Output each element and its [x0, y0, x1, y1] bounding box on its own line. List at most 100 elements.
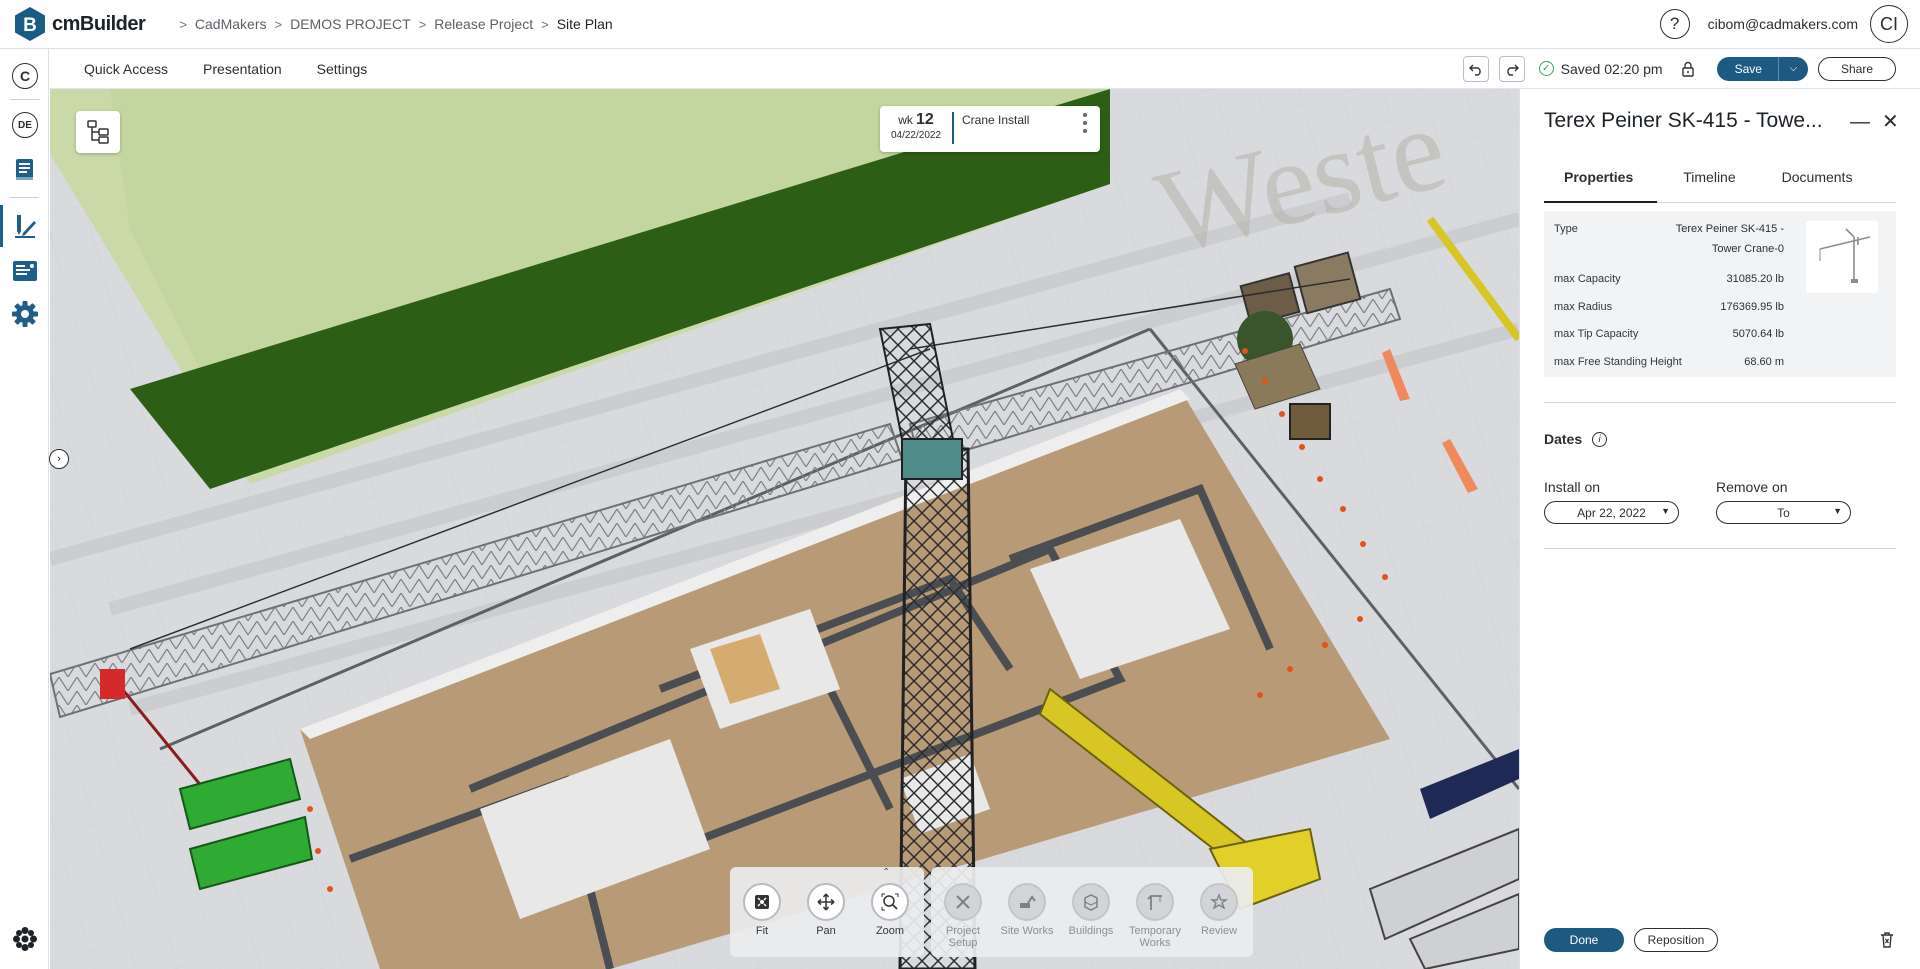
- week-block: wk 12 04/22/2022: [880, 111, 954, 144]
- app-name: cmBuilder: [52, 12, 146, 35]
- properties-list: Type Terex Peiner SK-415 - Tower Crane-0…: [1544, 211, 1896, 377]
- schedule-board-icon[interactable]: [10, 256, 40, 286]
- divider: [1544, 548, 1896, 549]
- breadcrumb-item[interactable]: > DEMOS PROJECT: [267, 16, 411, 32]
- expand-rail-button[interactable]: ›: [49, 449, 69, 469]
- left-rail: C DE: [0, 49, 49, 969]
- hook-block: [100, 669, 125, 699]
- close-icon[interactable]: ✕: [1882, 109, 1899, 134]
- apps-flower-icon[interactable]: [10, 924, 40, 954]
- save-options-button[interactable]: ⌵: [1777, 56, 1808, 81]
- project-setup-tool[interactable]: Project Setup: [931, 883, 995, 949]
- app-logo[interactable]: B cmBuilder: [14, 6, 146, 42]
- temporary-works-tool[interactable]: Temporary Works: [1123, 883, 1187, 949]
- saved-text: Saved 02:20 pm: [1560, 60, 1663, 77]
- property-key: max Capacity: [1554, 273, 1621, 285]
- done-button[interactable]: Done: [1544, 928, 1624, 952]
- design-pen-icon[interactable]: [10, 211, 40, 241]
- breadcrumb-item[interactable]: > Release Project: [411, 16, 533, 32]
- breadcrumb-item[interactable]: > CadMakers: [171, 16, 266, 32]
- save-button[interactable]: Save: [1716, 56, 1778, 81]
- more-options-icon[interactable]: [1078, 113, 1092, 137]
- remove-date-value: To: [1777, 505, 1790, 520]
- breadcrumb-item-current: > Site Plan: [533, 16, 613, 32]
- install-date-select[interactable]: Apr 22, 2022 ▼: [1544, 501, 1679, 524]
- tool-label: Site Works: [1000, 925, 1054, 937]
- breadcrumb: > CadMakers > DEMOS PROJECT > Release Proje…: [171, 16, 612, 32]
- minimize-icon[interactable]: —: [1850, 111, 1870, 134]
- remove-date-select[interactable]: To ▼: [1716, 501, 1851, 524]
- property-value: 31085.20 lb: [1726, 273, 1785, 285]
- gear-icon[interactable]: [10, 299, 40, 329]
- schedule-week-card[interactable]: wk 12 04/22/2022 Crane Install: [880, 106, 1100, 152]
- review-tool[interactable]: Review: [1187, 883, 1251, 937]
- properties-panel: Terex Peiner SK-415 - Towe... — ✕ Proper…: [1519, 89, 1920, 969]
- property-value: 5070.64 lb: [1732, 328, 1784, 340]
- lock-button[interactable]: [1675, 56, 1701, 82]
- zoom-tool[interactable]: Zoom: [858, 883, 922, 937]
- site-works-tool[interactable]: Site Works: [995, 883, 1059, 937]
- avatar[interactable]: CI: [1870, 5, 1908, 43]
- buildings-button-circle: [1072, 883, 1110, 921]
- divider: [1544, 402, 1896, 403]
- user-email: cibom@cadmakers.com: [1707, 16, 1858, 32]
- user-badge[interactable]: DE: [12, 112, 38, 138]
- remove-on-label: Remove on: [1716, 479, 1788, 495]
- fit-tool[interactable]: Fit: [730, 883, 794, 937]
- property-row: max Free Standing Height 68.60 m: [1554, 356, 1784, 372]
- buildings-icon: [1084, 894, 1098, 911]
- week-date: 04/22/2022: [890, 130, 942, 141]
- property-key: max Tip Capacity: [1554, 328, 1639, 340]
- svg-text:B: B: [23, 15, 37, 36]
- company-switcher[interactable]: C: [12, 63, 38, 89]
- property-key: max Radius: [1554, 301, 1613, 313]
- project-setup-button-circle: [944, 883, 982, 921]
- tab-documents[interactable]: Documents: [1762, 169, 1871, 203]
- fit-icon: [755, 895, 769, 909]
- chevron-up-icon[interactable]: ⌃: [882, 867, 890, 878]
- cmbuilder-logo-icon: B: [15, 7, 45, 41]
- share-button[interactable]: Share: [1817, 56, 1896, 81]
- redo-button[interactable]: [1498, 55, 1525, 82]
- site-plan-scene: Weste: [50, 89, 1519, 969]
- tab-properties[interactable]: Properties: [1544, 169, 1658, 203]
- panel-tabs: Properties Timeline Documents: [1544, 169, 1896, 203]
- crane-icon: [1147, 895, 1162, 910]
- breadcrumb-label: Site Plan: [556, 16, 613, 32]
- menu-presentation[interactable]: Presentation: [203, 61, 282, 77]
- week-label: wk: [898, 113, 913, 127]
- property-row: max Tip Capacity 5070.64 lb: [1554, 328, 1784, 344]
- 3d-viewport[interactable]: Weste wk 12 04/22/2022 Crane Install ⌃ F…: [50, 89, 1519, 969]
- lock-icon: [1681, 61, 1694, 77]
- dates-title-label: Dates: [1544, 431, 1583, 447]
- property-row: Type Terex Peiner SK-415 - Tower Crane-0: [1554, 223, 1784, 259]
- menu-bar: Quick Access Presentation Settings ✓ Sav…: [49, 49, 1920, 89]
- breadcrumb-label: Release Project: [434, 16, 534, 32]
- install-on-label: Install on: [1544, 479, 1601, 495]
- menu-settings[interactable]: Settings: [317, 61, 368, 77]
- help-button[interactable]: ?: [1659, 9, 1690, 39]
- tools-icon: [956, 895, 970, 909]
- view-toolbar: ⌃ Fit Pan Zoom: [730, 867, 924, 957]
- crane-cab: [901, 438, 963, 480]
- breadcrumb-label: DEMOS PROJECT: [290, 16, 411, 32]
- undo-button[interactable]: [1462, 55, 1489, 82]
- menu-quick-access[interactable]: Quick Access: [84, 61, 168, 77]
- chevron-right-icon: >: [179, 16, 187, 32]
- book-icon[interactable]: [10, 155, 40, 185]
- activity-name: Crane Install: [962, 113, 1030, 127]
- trash-icon[interactable]: [1877, 930, 1897, 950]
- reposition-button[interactable]: Reposition: [1634, 928, 1718, 952]
- week-number: 12: [915, 111, 934, 128]
- top-header: B cmBuilder > CadMakers > DEMOS PROJECT > R…: [0, 0, 1920, 49]
- property-row: max Capacity 31085.20 lb: [1554, 273, 1784, 289]
- info-icon[interactable]: i: [1592, 431, 1608, 447]
- breadcrumb-label: CadMakers: [194, 16, 267, 32]
- model-tree-button[interactable]: [76, 111, 120, 153]
- pan-tool[interactable]: Pan: [794, 883, 858, 937]
- tab-timeline[interactable]: Timeline: [1657, 169, 1761, 203]
- save-button-group: Save ⌵: [1716, 56, 1808, 81]
- buildings-tool[interactable]: Buildings: [1059, 883, 1123, 937]
- chevron-right-icon: ›: [57, 453, 61, 465]
- site-works-button-circle: [1008, 883, 1046, 921]
